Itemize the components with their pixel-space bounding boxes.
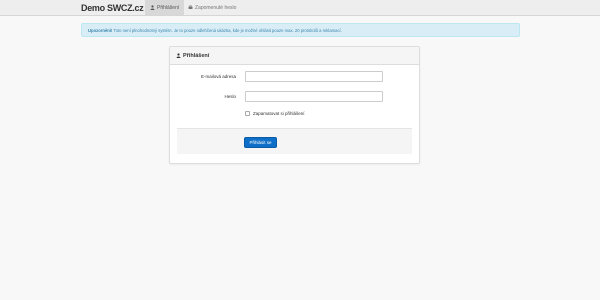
- nav-item-forgot-password-label: Zapomenuté heslo: [195, 4, 237, 11]
- login-heading: Přihlášení: [183, 52, 210, 59]
- login-panel: Přihlášení E-mailová adresa Heslo Zapama…: [169, 46, 420, 164]
- alert-text: Toto není plnohodnotný systém. Je to pou…: [113, 28, 342, 33]
- info-alert: Upozornění! Toto není plnohodnotný systé…: [81, 23, 520, 37]
- nav-item-forgot-password[interactable]: Zapomenuté heslo: [186, 0, 236, 15]
- remember-me-row[interactable]: Zapamatovat si přihlášení: [245, 111, 305, 116]
- login-button[interactable]: Přihlásit se: [244, 137, 277, 148]
- user-icon: [176, 53, 181, 58]
- email-field[interactable]: [245, 71, 383, 82]
- top-navbar: Demo SWCZ.cz Přihlášení Zapomenuté heslo: [0, 0, 600, 16]
- brand-logo[interactable]: Demo SWCZ.cz: [81, 3, 144, 13]
- user-icon: [150, 5, 155, 10]
- remember-me-label: Zapamatovat si přihlášení: [253, 111, 305, 116]
- form-actions: Přihlásit se: [177, 128, 412, 154]
- recover-icon: [188, 5, 193, 10]
- nav-item-login[interactable]: Přihlášení: [145, 0, 184, 15]
- login-panel-header: Přihlášení: [170, 47, 419, 65]
- alert-title: Upozornění!: [88, 28, 113, 33]
- remember-me-checkbox[interactable]: [245, 111, 250, 116]
- nav-item-login-label: Přihlášení: [157, 4, 180, 11]
- email-label: E-mailová adresa: [200, 74, 236, 79]
- password-field[interactable]: [245, 91, 383, 102]
- password-label: Heslo: [224, 94, 236, 99]
